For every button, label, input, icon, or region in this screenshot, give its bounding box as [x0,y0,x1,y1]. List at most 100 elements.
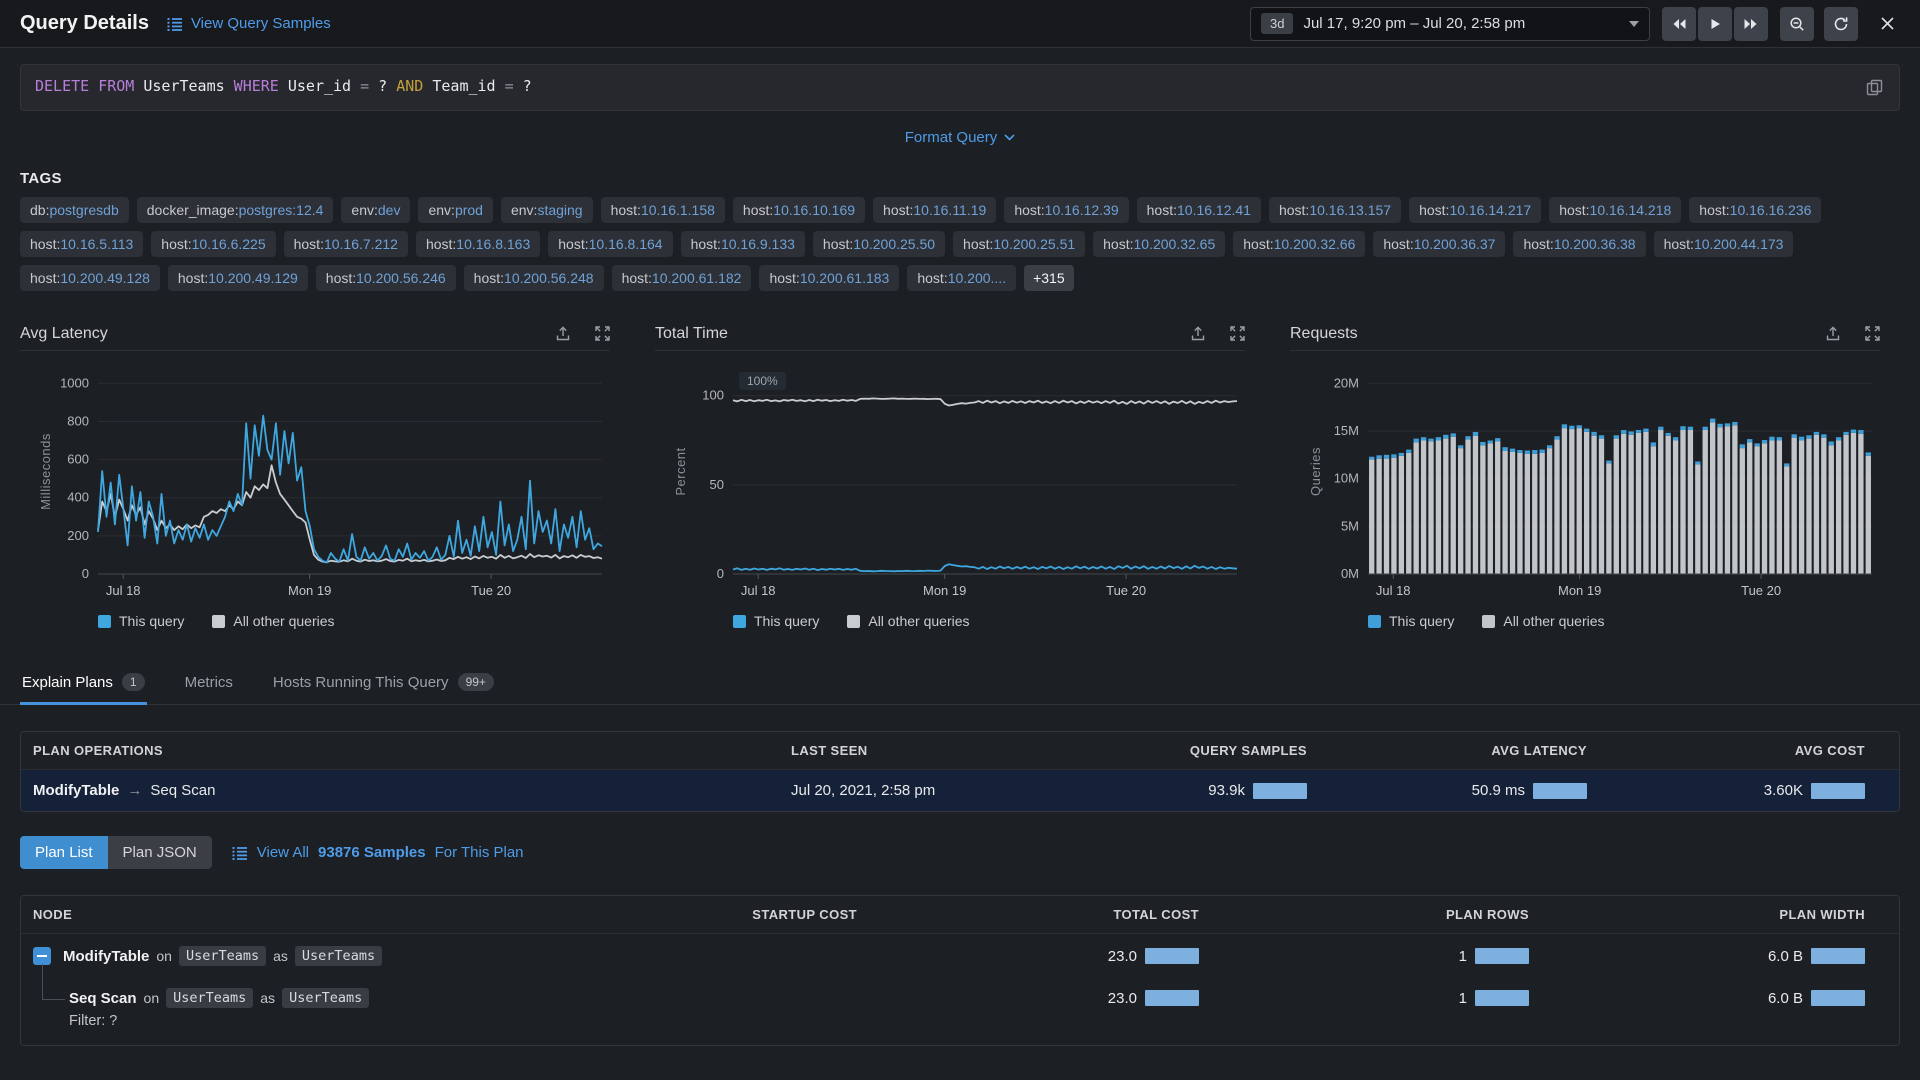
tag-pill[interactable]: env:prod [418,197,493,223]
plan-json-button[interactable]: Plan JSON [108,836,212,869]
tag-pill[interactable]: host:10.16.16.236 [1689,197,1821,223]
legend-label: This query [119,613,184,629]
tag-pill[interactable]: host:10.200.44.173 [1654,231,1794,257]
node-table-pill: UserTeams [166,988,253,1008]
export-icon[interactable] [555,326,571,341]
value-bar [1475,948,1529,964]
tag-pill[interactable]: host:10.200.56.246 [316,265,456,291]
tag-pill[interactable]: host:10.16.14.217 [1409,197,1541,223]
legend-item[interactable]: All other queries [212,613,334,629]
tag-pill[interactable]: env:staging [501,197,593,223]
plan-table-row[interactable]: ModifyTable → Seq Scan Jul 20, 2021, 2:5… [21,770,1899,811]
svg-text:100: 100 [702,388,724,403]
plan-op-primary: ModifyTable [33,782,119,799]
tag-pill[interactable]: host:10.200.49.129 [168,265,308,291]
tag-pill[interactable]: host:10.200.61.182 [612,265,752,291]
time-back-button[interactable] [1662,7,1696,41]
total-cost-cell: 23.0 [869,978,1211,1045]
node-cell: ModifyTable on UserTeams as UserTeams [21,934,549,978]
tag-pill[interactable]: host:10.16.13.157 [1269,197,1401,223]
time-nav-group [1662,7,1768,41]
node-name: ModifyTable [63,948,149,965]
tag-pill[interactable]: docker_image:postgres:12.4 [137,197,334,223]
chart-requests: Requests 0M5M10M15M20MQueriesJul 18Mon 1… [1290,317,1880,629]
svg-text:Queries: Queries [1308,447,1323,496]
format-query-label: Format Query [905,129,998,146]
tag-pill[interactable]: db:postgresdb [20,197,129,223]
export-icon[interactable] [1190,326,1206,341]
close-button[interactable] [1870,7,1904,41]
refresh-button[interactable] [1824,7,1858,41]
page-title: Query Details [20,12,149,35]
expand-icon[interactable] [595,326,610,341]
collapse-toggle-icon[interactable] [33,947,51,965]
tags-overflow-pill[interactable]: +315 [1024,265,1074,291]
tag-pill[interactable]: host:10.16.6.225 [151,231,275,257]
expand-icon[interactable] [1230,326,1245,341]
format-query-button[interactable]: Format Query [905,129,1016,146]
zoom-out-button[interactable] [1780,7,1814,41]
avg-latency-cell: 50.9 ms [1319,770,1599,811]
tag-pill[interactable]: host:10.16.12.41 [1137,197,1261,223]
tag-pill[interactable]: host:10.16.5.113 [20,231,143,257]
legend-swatch [98,615,111,628]
legend-item[interactable]: This query [98,613,184,629]
tag-pill[interactable]: host:10.16.12.39 [1004,197,1128,223]
col-plan-rows: PLAN ROWS [1211,896,1541,933]
chart-title: Requests [1290,325,1825,343]
legend-item[interactable]: All other queries [847,613,969,629]
svg-text:20M: 20M [1334,375,1359,390]
tab-metrics[interactable]: Metrics [183,663,235,704]
legend-label: All other queries [1503,613,1604,629]
tab-count-badge: 99+ [458,673,494,691]
tag-pill[interactable]: host:10.200.25.50 [813,231,945,257]
legend-swatch [1368,615,1381,628]
startup-cost-cell [549,934,869,978]
view-all-samples-link[interactable]: View All 93876 Samples For This Plan [232,844,524,861]
copy-icon[interactable] [1864,77,1885,98]
tag-pill[interactable]: host:10.16.11.19 [873,197,996,223]
legend-label: All other queries [868,613,969,629]
plan-list-button[interactable]: Plan List [20,836,108,869]
svg-text:0M: 0M [1341,566,1359,581]
plan-width-value: 6.0 B [1768,990,1803,1007]
query-samples-value: 93.9k [1208,782,1245,799]
tag-pill[interactable]: host:10.200.36.37 [1373,231,1505,257]
export-icon[interactable] [1825,326,1841,341]
col-query-samples: QUERY SAMPLES [1099,732,1319,769]
tag-pill[interactable]: host:10.200.61.183 [759,265,899,291]
tag-pill[interactable]: host:10.16.8.163 [416,231,540,257]
tab-label: Metrics [185,674,233,691]
tab-hosts-running-query[interactable]: Hosts Running This Query 99+ [271,663,496,704]
tag-pill[interactable]: host:10.200.36.38 [1513,231,1645,257]
tag-pill[interactable]: host:10.200.25.51 [953,231,1085,257]
legend-item[interactable]: This query [1368,613,1454,629]
tag-pill[interactable]: host:10.16.10.169 [733,197,865,223]
tag-pill[interactable]: host:10.200.... [907,265,1016,291]
tag-pill[interactable]: host:10.16.8.164 [548,231,672,257]
tag-pill[interactable]: host:10.16.1.158 [601,197,725,223]
sql-query-box: DELETE FROM UserTeams WHERE User_id = ? … [20,64,1900,111]
time-forward-button[interactable] [1734,7,1768,41]
time-play-button[interactable] [1698,7,1732,41]
legend-item[interactable]: All other queries [1482,613,1604,629]
view-query-samples-link[interactable]: View Query Samples [167,15,331,32]
total-cost-value: 23.0 [1108,990,1137,1007]
tag-pill[interactable]: host:10.200.32.65 [1093,231,1225,257]
tag-pill[interactable]: host:10.16.14.218 [1549,197,1681,223]
value-bar [1533,783,1587,799]
tag-pill[interactable]: host:10.200.32.66 [1233,231,1365,257]
legend-item[interactable]: This query [733,613,819,629]
tag-pill[interactable]: host:10.16.7.212 [284,231,408,257]
tab-explain-plans[interactable]: Explain Plans 1 [20,663,147,704]
legend-swatch [733,615,746,628]
time-range-picker[interactable]: 3d Jul 17, 9:20 pm – Jul 20, 2:58 pm [1250,7,1650,41]
tag-pill[interactable]: env:dev [341,197,410,223]
tag-pill[interactable]: host:10.16.9.133 [681,231,805,257]
plan-width-cell: 6.0 B [1541,978,1877,1045]
tag-pill[interactable]: host:10.200.56.248 [464,265,604,291]
tag-pill[interactable]: host:10.200.49.128 [20,265,160,291]
tab-count-badge: 1 [122,673,145,691]
expand-icon[interactable] [1865,326,1880,341]
chart-legend: This query All other queries [655,613,1245,629]
